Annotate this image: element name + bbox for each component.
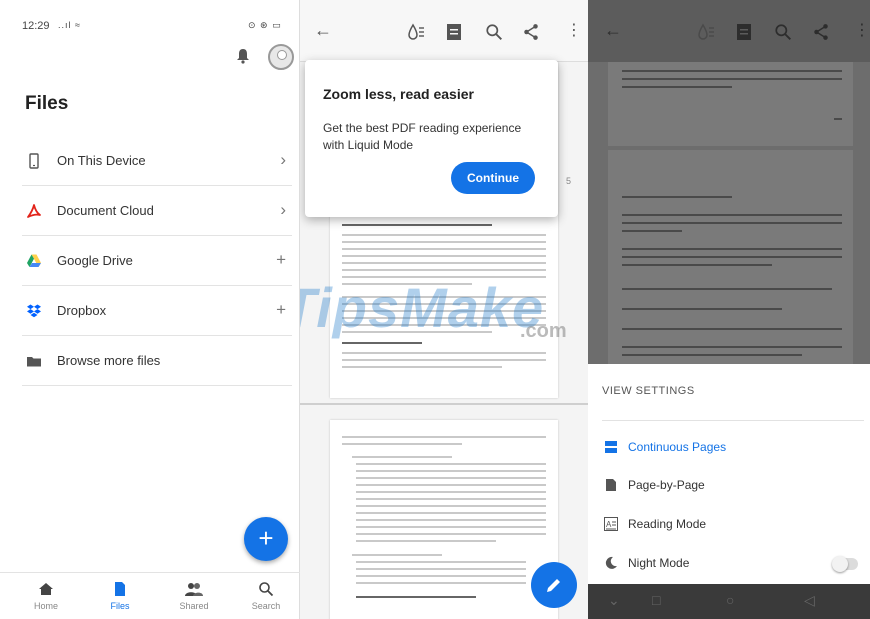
avatar[interactable] <box>268 44 294 70</box>
popup-description: Get the best PDF reading experience with… <box>323 121 522 152</box>
reading-mode-icon: A <box>604 517 618 531</box>
home-circle-icon[interactable]: ○ <box>726 592 734 608</box>
location-browse-more-files[interactable]: Browse more files <box>22 336 292 386</box>
phone-icon <box>29 153 39 169</box>
search-icon <box>236 581 296 601</box>
popup-title: Zoom less, read easier <box>323 86 474 102</box>
page-icon <box>606 479 616 491</box>
more-options-icon[interactable]: ⋮ <box>854 20 870 40</box>
page-number: 5 <box>566 176 572 186</box>
location-google-drive[interactable]: Google Drive + <box>22 236 292 286</box>
viewer-toolbar-dimmed: ← ⋮ <box>588 0 870 62</box>
option-label: Page-by-Page <box>628 478 705 492</box>
option-label: Continuous Pages <box>628 440 727 454</box>
notification-bell-icon[interactable] <box>236 48 250 64</box>
option-night-mode[interactable]: Night Mode <box>602 550 864 580</box>
option-label: Reading Mode <box>628 517 707 531</box>
option-label: Night Mode <box>628 556 690 570</box>
location-dropbox[interactable]: Dropbox + <box>22 286 292 336</box>
edit-fab-button[interactable] <box>531 562 577 608</box>
nav-search[interactable]: Search <box>236 581 296 611</box>
pdf-viewer-screen: ← ⋮ 5 Zoom less, read easier Get the bes… <box>300 0 588 619</box>
liquid-mode-popup: Zoom less, read easier Get the best PDF … <box>305 60 558 217</box>
people-icon <box>164 581 224 601</box>
liquid-mode-icon[interactable] <box>696 22 716 42</box>
svg-text:A: A <box>606 520 612 529</box>
bottom-navigation: Home Files Shared Search <box>0 572 300 619</box>
document-page-dimmed <box>608 62 853 146</box>
view-settings-icon[interactable] <box>446 23 462 41</box>
page-title: Files <box>25 93 69 114</box>
nav-label: Search <box>251 601 281 611</box>
page-divider <box>300 403 588 405</box>
nav-label: Shared <box>179 601 209 611</box>
status-time: 12:29 <box>22 20 50 32</box>
home-icon <box>16 581 76 601</box>
nav-shared[interactable]: Shared <box>164 581 224 611</box>
nav-label: Home <box>33 601 58 611</box>
nav-label: Files <box>110 601 130 611</box>
option-page-by-page[interactable]: Page-by-Page <box>602 472 864 502</box>
battery-icon: ⊙ ⊛ ▭ <box>248 20 282 30</box>
system-navigation-bar: ⌄ □ ○ ◁ <box>588 584 870 619</box>
chevron-right-icon: › <box>280 150 286 169</box>
add-icon[interactable]: + <box>276 250 286 270</box>
view-settings-icon[interactable] <box>736 23 752 41</box>
document-page <box>330 420 558 619</box>
location-label: Dropbox <box>57 303 107 318</box>
location-label: Document Cloud <box>57 203 154 218</box>
recents-icon[interactable]: □ <box>652 592 660 608</box>
location-label: Google Drive <box>57 253 133 268</box>
add-fab-button[interactable]: + <box>244 517 288 561</box>
share-icon[interactable] <box>812 23 830 41</box>
chevron-down-icon[interactable]: ⌄ <box>608 592 620 609</box>
files-icon <box>90 581 150 601</box>
continue-button[interactable]: Continue <box>451 162 535 194</box>
back-arrow-icon[interactable]: ← <box>314 20 332 41</box>
watermark-suffix: .com <box>520 320 567 342</box>
pencil-icon <box>547 579 560 592</box>
view-settings-screen: ← ⋮ VIEW SETTINGS Continuous Pages Page-… <box>588 0 870 619</box>
add-icon[interactable]: + <box>276 300 286 320</box>
location-on-this-device[interactable]: On This Device › <box>22 136 292 186</box>
continuous-pages-icon <box>605 441 617 453</box>
sheet-divider <box>602 420 864 421</box>
more-options-icon[interactable]: ⋮ <box>566 20 582 40</box>
search-icon[interactable] <box>485 23 503 41</box>
view-settings-sheet: VIEW SETTINGS Continuous Pages Page-by-P… <box>588 364 870 584</box>
option-reading-mode[interactable]: A Reading Mode <box>602 511 864 541</box>
google-drive-icon <box>27 254 41 267</box>
files-screen: 12:29 ..ıl ≈ ⊙ ⊛ ▭ Files On This Device … <box>0 0 300 619</box>
liquid-mode-icon[interactable] <box>406 22 426 42</box>
night-mode-toggle[interactable] <box>832 556 858 572</box>
chevron-right-icon: › <box>280 200 286 219</box>
back-arrow-icon[interactable]: ← <box>604 20 622 41</box>
folder-icon <box>27 357 41 367</box>
search-icon[interactable] <box>774 23 792 41</box>
status-bar: 12:29 ..ıl ≈ ⊙ ⊛ ▭ <box>0 0 300 40</box>
location-label: On This Device <box>57 153 146 168</box>
moon-icon <box>605 556 617 569</box>
location-label: Browse more files <box>57 353 161 368</box>
nav-home[interactable]: Home <box>16 581 76 611</box>
viewer-toolbar: ← ⋮ <box>300 0 588 62</box>
share-icon[interactable] <box>522 23 540 41</box>
acrobat-icon <box>27 204 41 218</box>
sheet-heading: VIEW SETTINGS <box>602 385 695 397</box>
back-triangle-icon[interactable]: ◁ <box>804 592 815 609</box>
option-continuous-pages[interactable]: Continuous Pages <box>602 434 864 464</box>
document-page-dimmed <box>608 150 853 364</box>
dropbox-icon <box>27 304 41 318</box>
nav-files[interactable]: Files <box>90 581 150 611</box>
location-document-cloud[interactable]: Document Cloud › <box>22 186 292 236</box>
watermark: TipsMake <box>300 276 545 339</box>
signal-icon: ..ıl ≈ <box>58 20 81 30</box>
